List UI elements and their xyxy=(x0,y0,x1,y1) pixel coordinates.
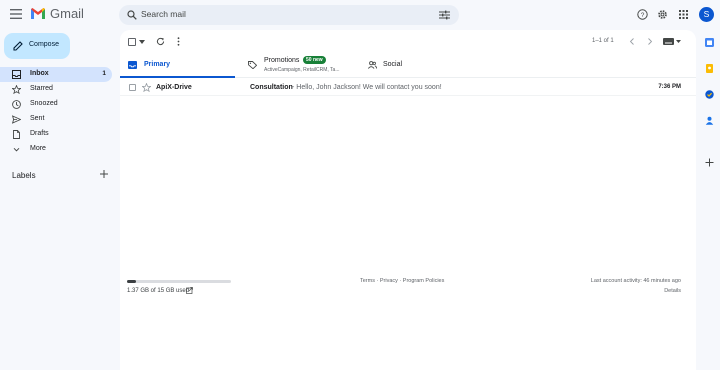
compose-button[interactable]: Compose xyxy=(4,33,70,59)
inbox-icon xyxy=(128,61,137,69)
sidebar-nav: Inbox 1 Starred Snoozed Sent Drafts More xyxy=(0,67,114,157)
labels-heading: Labels xyxy=(12,171,36,180)
draft-icon xyxy=(13,130,20,139)
email-row[interactable]: ApiX-Drive Consultation - Hello, John Ja… xyxy=(120,80,696,96)
email-checkbox[interactable] xyxy=(129,84,136,91)
chevron-down-icon xyxy=(13,147,20,152)
add-addon-icon[interactable] xyxy=(705,158,714,167)
chevron-left-icon[interactable] xyxy=(629,38,635,45)
sidebar-item-more[interactable]: More xyxy=(0,142,114,157)
pager-count: 1–1 of 1 xyxy=(592,38,614,44)
gear-icon[interactable] xyxy=(657,9,668,20)
footer-links: Terms · Privacy · Program Policies xyxy=(360,278,444,284)
storage-progress-fill xyxy=(127,280,137,283)
add-label-icon[interactable] xyxy=(99,169,109,179)
tag-icon xyxy=(248,61,257,69)
sidebar-item-label: Drafts xyxy=(30,130,49,137)
tab-label: Social xyxy=(383,61,403,68)
sidebar-item-drafts[interactable]: Drafts xyxy=(0,127,114,142)
email-snippet: - Hello, John Jackson! We will contact y… xyxy=(292,84,442,91)
svg-text:?: ? xyxy=(641,12,645,19)
unread-count: 1 xyxy=(102,70,106,77)
tab-promotions[interactable]: Promotions 50 new ActiveCampaign, Retail… xyxy=(240,50,350,78)
refresh-icon[interactable] xyxy=(156,37,165,46)
clock-icon xyxy=(12,100,21,109)
tasks-icon[interactable] xyxy=(705,90,714,99)
apps-grid-icon[interactable] xyxy=(679,10,688,19)
search-options-icon[interactable] xyxy=(439,10,450,20)
program-policies-link[interactable]: Program Policies xyxy=(403,278,445,284)
keep-icon[interactable] xyxy=(705,64,714,73)
sidebar-item-label: Snoozed xyxy=(30,100,58,107)
sidebar-item-label: Inbox xyxy=(30,70,49,77)
caret-down-icon[interactable] xyxy=(139,40,145,44)
terms-link[interactable]: Terms xyxy=(360,278,375,284)
open-external-icon[interactable] xyxy=(186,287,193,294)
details-link[interactable]: Details xyxy=(664,288,681,294)
search-icon[interactable] xyxy=(127,10,137,20)
hamburger-menu-icon[interactable] xyxy=(10,8,22,20)
new-count-badge: 50 new xyxy=(303,56,326,64)
sidebar-item-label: Sent xyxy=(30,115,45,122)
mail-list-panel: 1–1 of 1 Primary Promotions 50 new Activ… xyxy=(120,30,696,370)
caret-down-icon[interactable] xyxy=(676,40,681,43)
top-bar: Gmail Search mail ? S xyxy=(0,0,720,30)
tab-social[interactable]: Social xyxy=(360,50,470,78)
more-vert-icon[interactable] xyxy=(177,37,180,46)
sidebar-item-inbox[interactable]: Inbox 1 xyxy=(0,67,112,82)
send-icon xyxy=(12,115,21,124)
help-icon[interactable]: ? xyxy=(637,9,648,20)
sidebar-item-starred[interactable]: Starred xyxy=(0,82,114,97)
contacts-icon[interactable] xyxy=(705,116,714,125)
chevron-right-icon[interactable] xyxy=(647,38,653,45)
search-bar[interactable]: Search mail xyxy=(119,5,459,25)
tab-label: Primary xyxy=(144,61,171,68)
select-all-checkbox[interactable] xyxy=(128,38,136,46)
last-activity-text: Last account activity: 46 minutes ago xyxy=(590,278,681,284)
keyboard-icon[interactable] xyxy=(663,38,674,45)
storage-usage-text: 1.37 GB of 15 GB used xyxy=(127,288,190,294)
email-time: 7:36 PM xyxy=(658,84,681,90)
sidebar-item-label: Starred xyxy=(30,85,53,92)
app-name: Gmail xyxy=(50,6,84,21)
tab-primary[interactable]: Primary xyxy=(120,50,235,78)
star-icon[interactable] xyxy=(142,83,151,92)
privacy-link[interactable]: Privacy xyxy=(380,278,398,284)
storage-progress-bar xyxy=(127,280,231,283)
sidebar-item-label: More xyxy=(30,145,46,152)
gmail-logo-icon[interactable] xyxy=(30,7,46,20)
category-tabs: Primary Promotions 50 new ActiveCampaign… xyxy=(120,50,696,78)
email-subject: Consultation xyxy=(250,84,293,91)
search-input[interactable]: Search mail xyxy=(141,9,186,19)
avatar[interactable]: S xyxy=(699,7,714,22)
sidebar-item-sent[interactable]: Sent xyxy=(0,112,114,127)
tab-senders-preview: ActiveCampaign, RetailCRM, Ta... xyxy=(264,67,340,73)
people-icon xyxy=(368,61,377,69)
star-icon xyxy=(12,85,21,94)
tab-label: Promotions xyxy=(264,57,300,64)
email-sender: ApiX-Drive xyxy=(156,84,192,91)
pencil-icon xyxy=(13,41,23,51)
calendar-icon[interactable] xyxy=(705,38,714,47)
compose-label: Compose xyxy=(29,41,59,48)
inbox-icon xyxy=(12,70,21,79)
sidebar-item-snoozed[interactable]: Snoozed xyxy=(0,97,114,112)
